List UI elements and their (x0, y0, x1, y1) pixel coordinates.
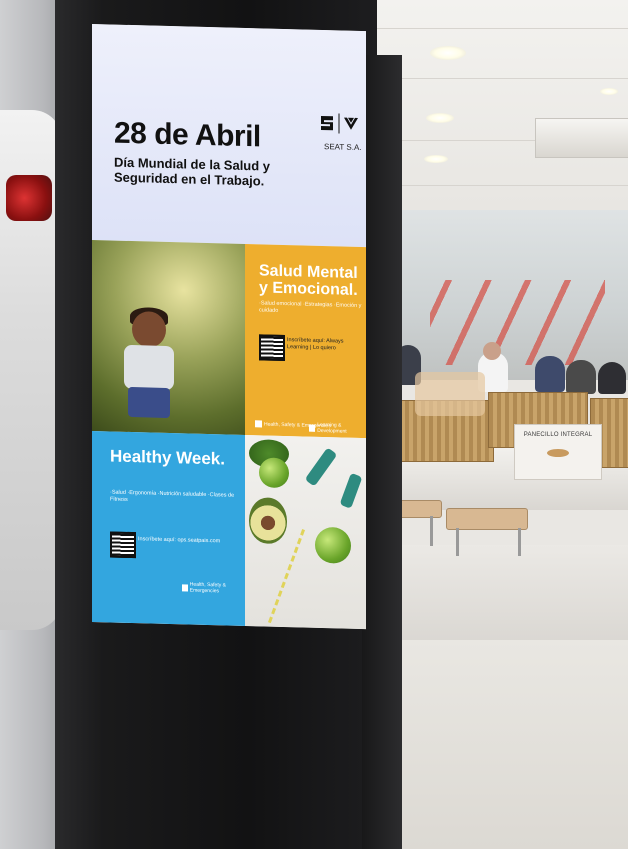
child-head (132, 311, 166, 348)
stool-leg (518, 528, 521, 556)
seat-cupra-logo-icon (321, 113, 358, 134)
healthy-week-cta: Inscríbete aquí: ops.seatpais.com (138, 536, 221, 545)
hse-footer-logo: Health, Safety & Emergencies (182, 581, 245, 595)
red-wall-graphic (430, 280, 605, 365)
child-shorts (128, 386, 170, 419)
ceiling-grid-line (360, 28, 628, 29)
bread-icon (547, 449, 569, 457)
dumbbell-icon (339, 472, 363, 509)
poster-subtitle: Día Mundial de la Salud y Seguridad en e… (114, 154, 271, 189)
ld-footer-logo: Learning & Development (309, 422, 366, 435)
stool-leg (430, 516, 433, 546)
ceiling-grid-line (400, 185, 628, 186)
car-tail-light (6, 175, 52, 221)
apple-icon (315, 526, 351, 564)
seat-brand-label: SEAT S.A. (324, 142, 362, 153)
qr-code-icon (110, 531, 136, 559)
child-shirt (124, 344, 174, 391)
mental-health-title: Salud Mental y Emocional. (259, 262, 358, 299)
kiosk-screen: 28 de Abril Día Mundial de la Salud y Se… (92, 24, 366, 630)
healthy-week-title: Healthy Week. (110, 446, 225, 469)
person-head (483, 342, 501, 360)
person (535, 356, 565, 392)
ceiling-spotlight (424, 155, 448, 163)
healthy-food-photo (245, 435, 366, 630)
air-conditioner-unit (535, 118, 628, 158)
avocado-icon (249, 497, 287, 545)
stool (446, 508, 528, 530)
bread-bags (415, 372, 485, 416)
child-running-photo (92, 240, 245, 436)
cross-icon (182, 583, 188, 592)
stool-leg (456, 528, 459, 556)
qr-code-icon (259, 334, 285, 362)
measuring-tape (267, 529, 306, 624)
cafeteria-table (388, 545, 628, 655)
mental-health-items: ·Salud emocional ·Estrategias ·Emoción y… (259, 300, 362, 314)
ceiling-spotlight (426, 113, 454, 123)
floor (370, 640, 628, 849)
healthy-week-panel: Healthy Week. ·Salud ·Ergonomía ·Nutrici… (92, 431, 245, 627)
person (566, 360, 596, 394)
cross-icon (255, 420, 262, 428)
poster-date: 28 de Abril (114, 116, 261, 154)
ceiling-spotlight (430, 46, 466, 60)
dumbbell-icon (304, 447, 338, 487)
ceiling-spotlight (600, 88, 618, 95)
counter-sign-text: PANECILLO INTEGRAL (523, 432, 593, 438)
counter-sign: PANECILLO INTEGRAL (514, 424, 602, 480)
mental-health-panel: Salud Mental y Emocional. ·Salud emocion… (245, 244, 366, 439)
person (598, 362, 626, 394)
healthy-week-items: ·Salud ·Ergonomía ·Nutrición saludable ·… (110, 489, 235, 503)
mental-health-cta: Inscríbete aquí: Always Learning | Lo qu… (287, 337, 344, 352)
bookmark-icon (309, 424, 316, 432)
kiosk-side-edge (362, 55, 402, 849)
apple-icon (259, 457, 289, 489)
